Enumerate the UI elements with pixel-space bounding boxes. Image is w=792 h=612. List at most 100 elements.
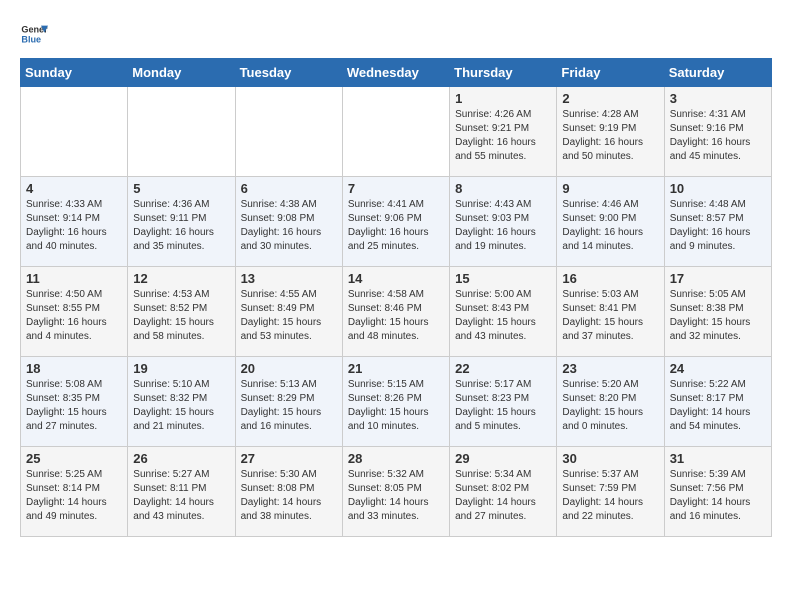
day-info: Sunrise: 4:31 AM Sunset: 9:16 PM Dayligh… (670, 108, 766, 164)
calendar-cell: 20 Sunrise: 5:13 AM Sunset: 8:29 PM Dayli… (235, 357, 342, 447)
calendar-week-row: 18Sunrise: 5:08 AM Sunset: 8:35 PM Dayli… (21, 357, 772, 447)
day-info: Sunrise: 4:28 AM Sunset: 9:19 PM Dayligh… (562, 108, 658, 164)
calendar-cell: 29Sunrise: 5:34 AM Sunset: 8:02 PM Dayli… (450, 447, 557, 537)
day-number: 6 (241, 181, 337, 196)
day-info: Sunrise: 4:50 AM Sunset: 8:55 PM Dayligh… (26, 288, 122, 344)
day-number: 31 (670, 451, 766, 466)
day-info: Sunrise: 5:32 AM Sunset: 8:05 PM Dayligh… (348, 468, 444, 524)
calendar-cell: 27 Sunrise: 5:30 AM Sunset: 8:08 PM Dayli… (235, 447, 342, 537)
day-info: Sunrise: 5:39 AM Sunset: 7:56 PM Dayligh… (670, 468, 766, 524)
day-number: 16 (562, 271, 658, 286)
day-info: Sunrise: 5:25 AM Sunset: 8:14 PM Dayligh… (26, 468, 122, 524)
day-info: Sunrise: 5:15 AM Sunset: 8:26 PM Dayligh… (348, 378, 444, 434)
day-number: 3 (670, 91, 766, 106)
calendar-cell: 25 Sunrise: 5:25 AM Sunset: 8:14 PM Dayli… (21, 447, 128, 537)
calendar-cell: 13Sunrise: 4:55 AM Sunset: 8:49 PM Dayli… (235, 267, 342, 357)
calendar-cell: 12 Sunrise: 4:53 AM Sunset: 8:52 PM Dayli… (128, 267, 235, 357)
calendar-cell: 4 Sunrise: 4:33 AM Sunset: 9:14 PM Daylig… (21, 177, 128, 267)
day-info: Sunrise: 5:13 AM Sunset: 8:29 PM Dayligh… (241, 378, 337, 434)
calendar-week-row: 1 Sunrise: 4:26 AM Sunset: 9:21 PM Daylig… (21, 87, 772, 177)
calendar-week-row: 4 Sunrise: 4:33 AM Sunset: 9:14 PM Daylig… (21, 177, 772, 267)
day-info: Sunrise: 5:30 AM Sunset: 8:08 PM Dayligh… (241, 468, 337, 524)
calendar-cell (128, 87, 235, 177)
calendar-cell: 8 Sunrise: 4:43 AM Sunset: 9:03 PM Daylig… (450, 177, 557, 267)
calendar-cell: 5Sunrise: 4:36 AM Sunset: 9:11 PM Daylig… (128, 177, 235, 267)
day-number: 26 (133, 451, 229, 466)
calendar-cell: 2 Sunrise: 4:28 AM Sunset: 9:19 PM Daylig… (557, 87, 664, 177)
calendar-cell: 24 Sunrise: 5:22 AM Sunset: 8:17 PM Dayli… (664, 357, 771, 447)
day-info: Sunrise: 4:53 AM Sunset: 8:52 PM Dayligh… (133, 288, 229, 344)
calendar-cell: 11 Sunrise: 4:50 AM Sunset: 8:55 PM Dayli… (21, 267, 128, 357)
day-number: 12 (133, 271, 229, 286)
day-number: 25 (26, 451, 122, 466)
day-number: 2 (562, 91, 658, 106)
day-number: 1 (455, 91, 551, 106)
day-number: 29 (455, 451, 551, 466)
day-info: Sunrise: 5:10 AM Sunset: 8:32 PM Dayligh… (133, 378, 229, 434)
logo-icon: General Blue (20, 20, 48, 48)
day-number: 20 (241, 361, 337, 376)
calendar-cell: 17 Sunrise: 5:05 AM Sunset: 8:38 PM Dayli… (664, 267, 771, 357)
day-number: 27 (241, 451, 337, 466)
day-number: 9 (562, 181, 658, 196)
day-info: Sunrise: 4:43 AM Sunset: 9:03 PM Dayligh… (455, 198, 551, 254)
calendar-cell: 18Sunrise: 5:08 AM Sunset: 8:35 PM Dayli… (21, 357, 128, 447)
day-info: Sunrise: 5:00 AM Sunset: 8:43 PM Dayligh… (455, 288, 551, 344)
day-header-monday: Monday (128, 59, 235, 87)
day-number: 10 (670, 181, 766, 196)
calendar-cell: 15 Sunrise: 5:00 AM Sunset: 8:43 PM Dayli… (450, 267, 557, 357)
svg-text:Blue: Blue (21, 34, 41, 44)
calendar-cell: 31 Sunrise: 5:39 AM Sunset: 7:56 PM Dayli… (664, 447, 771, 537)
day-info: Sunrise: 4:26 AM Sunset: 9:21 PM Dayligh… (455, 108, 551, 164)
calendar-header-row: SundayMondayTuesdayWednesdayThursdayFrid… (21, 59, 772, 87)
day-number: 15 (455, 271, 551, 286)
day-number: 23 (562, 361, 658, 376)
calendar-cell (21, 87, 128, 177)
logo: General Blue (20, 20, 48, 48)
day-info: Sunrise: 5:22 AM Sunset: 8:17 PM Dayligh… (670, 378, 766, 434)
day-number: 8 (455, 181, 551, 196)
day-number: 28 (348, 451, 444, 466)
calendar-table: SundayMondayTuesdayWednesdayThursdayFrid… (20, 58, 772, 537)
day-number: 19 (133, 361, 229, 376)
day-number: 4 (26, 181, 122, 196)
calendar-cell: 28 Sunrise: 5:32 AM Sunset: 8:05 PM Dayli… (342, 447, 449, 537)
day-info: Sunrise: 4:48 AM Sunset: 8:57 PM Dayligh… (670, 198, 766, 254)
day-info: Sunrise: 4:33 AM Sunset: 9:14 PM Dayligh… (26, 198, 122, 254)
calendar-cell: 10 Sunrise: 4:48 AM Sunset: 8:57 PM Dayli… (664, 177, 771, 267)
day-info: Sunrise: 4:38 AM Sunset: 9:08 PM Dayligh… (241, 198, 337, 254)
day-header-sunday: Sunday (21, 59, 128, 87)
calendar-cell: 30Sunrise: 5:37 AM Sunset: 7:59 PM Dayli… (557, 447, 664, 537)
calendar-cell: 19 Sunrise: 5:10 AM Sunset: 8:32 PM Dayli… (128, 357, 235, 447)
day-number: 13 (241, 271, 337, 286)
day-number: 18 (26, 361, 122, 376)
calendar-cell: 1 Sunrise: 4:26 AM Sunset: 9:21 PM Daylig… (450, 87, 557, 177)
day-info: Sunrise: 5:03 AM Sunset: 8:41 PM Dayligh… (562, 288, 658, 344)
day-info: Sunrise: 5:17 AM Sunset: 8:23 PM Dayligh… (455, 378, 551, 434)
day-header-saturday: Saturday (664, 59, 771, 87)
day-number: 7 (348, 181, 444, 196)
day-info: Sunrise: 5:27 AM Sunset: 8:11 PM Dayligh… (133, 468, 229, 524)
day-info: Sunrise: 4:58 AM Sunset: 8:46 PM Dayligh… (348, 288, 444, 344)
calendar-cell (235, 87, 342, 177)
day-header-friday: Friday (557, 59, 664, 87)
day-number: 17 (670, 271, 766, 286)
page-header: General Blue (20, 20, 772, 48)
day-info: Sunrise: 5:05 AM Sunset: 8:38 PM Dayligh… (670, 288, 766, 344)
calendar-cell: 3 Sunrise: 4:31 AM Sunset: 9:16 PM Daylig… (664, 87, 771, 177)
day-header-tuesday: Tuesday (235, 59, 342, 87)
calendar-week-row: 11 Sunrise: 4:50 AM Sunset: 8:55 PM Dayli… (21, 267, 772, 357)
day-header-wednesday: Wednesday (342, 59, 449, 87)
calendar-cell (342, 87, 449, 177)
day-number: 11 (26, 271, 122, 286)
calendar-cell: 14 Sunrise: 4:58 AM Sunset: 8:46 PM Dayli… (342, 267, 449, 357)
calendar-cell: 7Sunrise: 4:41 AM Sunset: 9:06 PM Daylig… (342, 177, 449, 267)
calendar-cell: 22 Sunrise: 5:17 AM Sunset: 8:23 PM Dayli… (450, 357, 557, 447)
day-number: 14 (348, 271, 444, 286)
calendar-cell: 21Sunrise: 5:15 AM Sunset: 8:26 PM Dayli… (342, 357, 449, 447)
day-number: 24 (670, 361, 766, 376)
day-info: Sunrise: 4:36 AM Sunset: 9:11 PM Dayligh… (133, 198, 229, 254)
calendar-cell: 26 Sunrise: 5:27 AM Sunset: 8:11 PM Dayli… (128, 447, 235, 537)
day-number: 22 (455, 361, 551, 376)
calendar-cell: 6 Sunrise: 4:38 AM Sunset: 9:08 PM Daylig… (235, 177, 342, 267)
